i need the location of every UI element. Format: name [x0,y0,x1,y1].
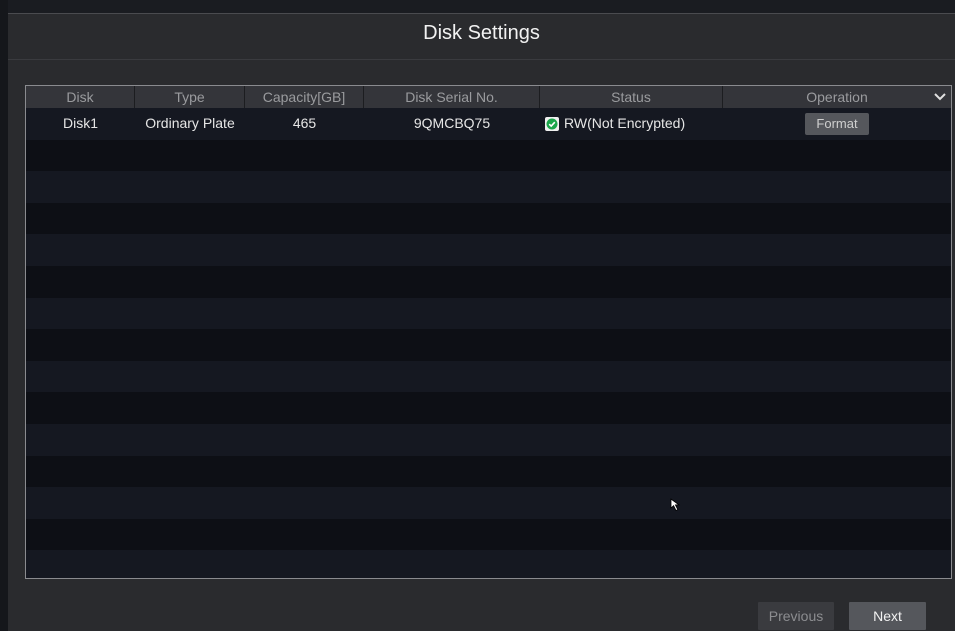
column-header-capacity[interactable]: Capacity[GB] [245,86,364,108]
type-cell: Ordinary Plate [145,115,235,131]
background-strip [0,0,955,14]
background-edge [0,0,8,631]
next-button[interactable]: Next [849,602,926,630]
serial-cell: 9QMCBQ75 [413,115,491,131]
table-header: Disk Type Capacity[GB] Disk Serial No. S… [26,86,951,108]
column-header-type[interactable]: Type [135,86,245,108]
previous-button[interactable]: Previous [758,602,834,630]
table-row[interactable]: Disk1 Ordinary Plate 465 9QMCBQ75 RW(Not… [26,108,951,139]
table-stripes [26,108,951,578]
chevron-down-icon[interactable] [929,86,951,108]
disk-settings-dialog: Disk Settings Disk Type Capacity[GB] Dis… [8,13,955,631]
format-button[interactable]: Format [805,113,869,135]
column-header-serial[interactable]: Disk Serial No. [364,86,540,108]
column-header-status[interactable]: Status [540,86,723,108]
disk-table: Disk Type Capacity[GB] Disk Serial No. S… [25,85,952,579]
column-header-disk[interactable]: Disk [26,86,135,108]
operation-cell: Format [723,108,951,139]
check-icon [545,116,559,131]
column-header-operation[interactable]: Operation [723,86,951,108]
dialog-title: Disk Settings [423,22,540,44]
column-header-operation-label: Operation [806,89,868,105]
title-divider [8,59,955,60]
mouse-cursor-icon [670,498,681,512]
status-text: RW(Not Encrypted) [564,115,686,131]
disk-cell: Disk1 [62,115,98,131]
capacity-cell: 465 [292,115,317,131]
status-cell: RW(Not Encrypted) [540,108,723,139]
